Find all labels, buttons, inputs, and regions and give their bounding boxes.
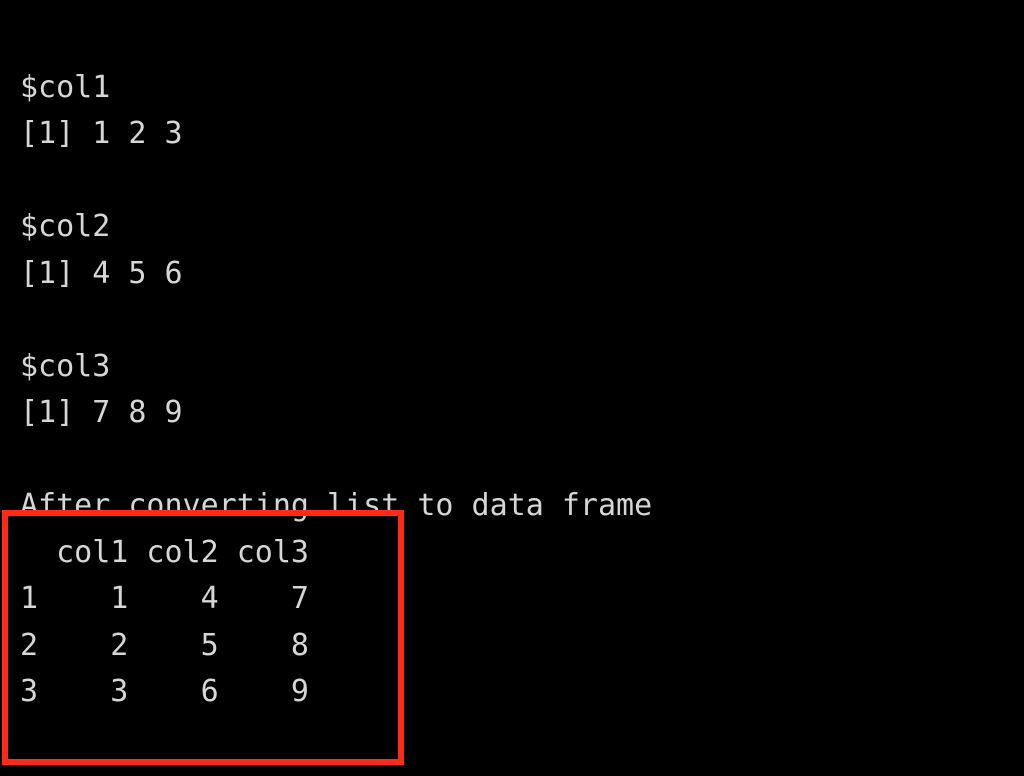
dataframe-row-2: 2 2 5 8 — [20, 628, 309, 663]
list-name-col1: $col1 — [20, 70, 110, 105]
list-values-col3: [1] 7 8 9 — [20, 395, 183, 430]
conversion-message: After converting list to data frame — [20, 488, 652, 523]
dataframe-header: col1 col2 col3 — [20, 535, 309, 570]
dataframe-row-3: 3 3 6 9 — [20, 674, 309, 709]
list-name-col2: $col2 — [20, 209, 110, 244]
dataframe-row-1: 1 1 4 7 — [20, 581, 309, 616]
r-console-output: $col1 [1] 1 2 3 $col2 [1] 4 5 6 $col3 [1… — [0, 0, 1024, 776]
list-name-col3: $col3 — [20, 349, 110, 384]
list-values-col1: [1] 1 2 3 — [20, 116, 183, 151]
list-values-col2: [1] 4 5 6 — [20, 256, 183, 291]
